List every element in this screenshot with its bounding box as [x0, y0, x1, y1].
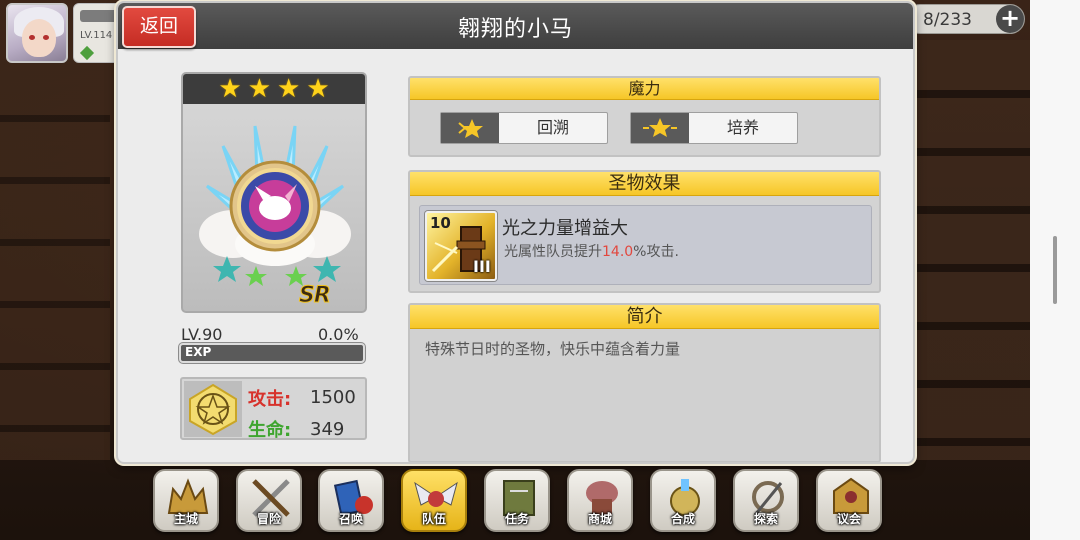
nav-label: 商城	[587, 512, 612, 526]
nav-button-7[interactable]: 探索	[733, 469, 799, 532]
nav-button-5[interactable]: 商城	[567, 469, 633, 532]
star-icon: ★	[306, 74, 330, 104]
player-info-card[interactable]: LV.114	[73, 3, 121, 63]
rewind-button[interactable]: 回溯	[440, 112, 608, 144]
panel-header: 翱翔的小马 返回	[118, 3, 913, 49]
nav-label: 探索	[753, 512, 778, 526]
nav-button-2[interactable]: 召唤	[318, 469, 384, 532]
player-name-bar	[80, 10, 120, 22]
nav-button-6[interactable]: 合成	[650, 469, 716, 532]
stat-box: 攻击: 1500 生命: 349	[180, 377, 367, 441]
nav-label: 主城	[173, 512, 198, 526]
attack-label: 攻击:	[248, 389, 292, 410]
nav-button-0[interactable]: 主城	[153, 469, 219, 532]
hp-value: 349	[310, 419, 345, 440]
skill-description: 光属性队员提升14.0%攻击.	[504, 241, 679, 261]
scrollbar[interactable]	[1053, 236, 1057, 304]
back-button[interactable]: 返回	[122, 6, 196, 48]
avatar-face	[22, 19, 56, 57]
relic-level: LV.90	[181, 325, 223, 344]
magic-section-header: 魔力	[410, 78, 879, 100]
nav-label: 任务	[504, 512, 529, 526]
resource-count: 8/233	[923, 10, 972, 30]
pentagram-seal-icon	[184, 381, 242, 437]
nav-button-3[interactable]: 队伍	[401, 469, 467, 532]
nav-label: 冒险	[256, 512, 281, 526]
intro-text: 特殊节日时的圣物，快乐中蕴含着力量	[425, 340, 681, 358]
skill-level: 10	[430, 214, 451, 232]
gem-icon	[79, 45, 95, 61]
star-rating: ★ ★ ★ ★	[183, 74, 365, 104]
cultivate-button[interactable]: 培养	[630, 112, 798, 144]
nav-label: 召唤	[338, 512, 363, 526]
background-bookshelf-right	[915, 40, 1030, 460]
nav-button-1[interactable]: 冒险	[236, 469, 302, 532]
light-power-skill-icon[interactable]: 10 III	[425, 211, 497, 281]
effect-section-header: 圣物效果	[410, 172, 879, 196]
nav-button-4[interactable]: 任务	[484, 469, 550, 532]
intro-section: 简介 特殊节日时的圣物，快乐中蕴含着力量	[408, 303, 881, 462]
effect-entry: 10 III 光之力量增益大 光属性队员提升14.0%攻击.	[419, 205, 872, 285]
star-icon: ★	[247, 74, 271, 104]
avatar-eye-right	[43, 35, 49, 40]
avatar-eye-left	[29, 35, 35, 40]
skill-desc-suffix: %攻击.	[633, 244, 679, 260]
relic-card: ★ ★ ★ ★ SR	[181, 72, 367, 313]
relic-detail-panel: 翱翔的小马 返回 ★ ★ ★ ★ SR LV.90 0.0% EXP 攻击: 1…	[116, 1, 915, 464]
hp-label: 生命:	[248, 420, 292, 441]
star-icon: ★	[218, 74, 242, 104]
pegasus-relic-emblem-icon	[199, 125, 351, 286]
star-icon: ★	[277, 74, 301, 104]
rarity-badge: SR	[299, 283, 332, 309]
skill-name: 光之力量增益大	[502, 218, 628, 239]
cultivate-label: 培养	[726, 118, 759, 137]
magic-section: 魔力 回溯 培养	[408, 76, 881, 157]
relic-effect-section: 圣物效果 10 III 光之力量增益大 光属性队员提升14.0%攻击.	[408, 170, 881, 293]
nav-label: 议会	[836, 512, 861, 526]
star-rewind-icon	[441, 113, 499, 143]
background-bookshelf-left	[0, 60, 110, 460]
attack-value: 1500	[310, 387, 356, 408]
page-title: 翱翔的小马	[457, 17, 573, 42]
add-resource-button[interactable]: +	[996, 5, 1024, 33]
rewind-label: 回溯	[536, 118, 569, 137]
exp-percent: 0.0%	[318, 325, 359, 344]
exp-label: EXP	[185, 345, 212, 359]
player-avatar[interactable]	[6, 3, 68, 63]
skill-rank: III	[473, 257, 491, 276]
exp-bar: EXP	[179, 343, 365, 363]
nav-button-8[interactable]: 议会	[816, 469, 882, 532]
player-level: LV.114	[80, 30, 113, 41]
star-upgrade-icon	[631, 113, 689, 143]
nav-label: 合成	[670, 512, 695, 526]
nav-label: 队伍	[421, 512, 446, 526]
intro-section-header: 简介	[410, 305, 879, 329]
skill-desc-value: 14.0	[602, 244, 634, 260]
skill-desc-prefix: 光属性队员提升	[504, 244, 602, 260]
